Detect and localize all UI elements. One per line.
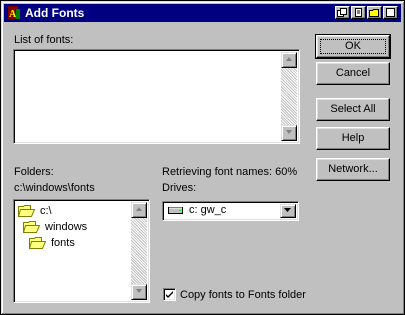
network-button[interactable]: Network...	[316, 158, 390, 181]
add-fonts-dialog: A Add Fonts List of fonts: OK Cancel Sel…	[0, 0, 405, 315]
folders-scrollbar[interactable]	[131, 202, 147, 300]
open-folder-icon	[18, 205, 36, 217]
folders-label: Folders:	[14, 166, 54, 178]
scroll-up-button[interactable]	[131, 202, 147, 218]
hard-drive-icon	[168, 207, 183, 214]
drives-selected-value: c: gw_c	[189, 204, 227, 216]
folders-treeview[interactable]: c:\ windows fonts	[13, 199, 150, 303]
title-button-4[interactable]	[383, 6, 398, 19]
open-folder-icon	[29, 237, 47, 249]
title-bar[interactable]: A Add Fonts	[4, 4, 401, 22]
chevron-down-icon	[284, 208, 291, 212]
arrow-down-icon	[136, 289, 142, 293]
dual-window-icon	[337, 8, 347, 17]
scroll-down-button[interactable]	[281, 125, 297, 141]
arrow-up-icon	[286, 57, 292, 61]
drives-combobox[interactable]: c: gw_c	[162, 201, 299, 221]
scroll-down-button[interactable]	[131, 284, 147, 300]
fonts-listbox[interactable]	[13, 49, 300, 144]
arrow-down-icon	[286, 130, 292, 134]
copy-fonts-label[interactable]: Copy fonts to Fonts folder	[180, 289, 306, 302]
title-button-1[interactable]	[335, 6, 350, 19]
scroll-up-button[interactable]	[281, 52, 297, 68]
help-button[interactable]: Help	[316, 127, 390, 150]
title-button-3[interactable]	[367, 6, 382, 19]
focus-rectangle	[320, 39, 386, 54]
copy-fonts-checkbox[interactable]	[163, 288, 176, 301]
ok-button[interactable]: OK	[315, 34, 391, 59]
current-folder-path: c:\windows\fonts	[14, 182, 95, 194]
open-folder-icon	[23, 221, 41, 233]
title-button-2[interactable]	[351, 6, 366, 19]
page-icon	[386, 8, 395, 17]
svg-text:A: A	[9, 9, 17, 20]
document-icon	[355, 8, 362, 17]
drives-dropdown-button[interactable]	[280, 204, 296, 218]
window-title: Add Fonts	[25, 6, 85, 20]
drives-label: Drives:	[162, 182, 197, 194]
arrow-up-icon	[136, 207, 142, 211]
cancel-button[interactable]: Cancel	[316, 62, 390, 85]
folder-small-icon	[369, 9, 379, 17]
retrieving-status: Retrieving font names: 60%	[162, 166, 298, 178]
fonts-app-icon: A	[8, 6, 20, 20]
checkmark-icon	[166, 291, 173, 298]
fonts-list-label: List of fonts:	[14, 34, 74, 46]
select-all-button[interactable]: Select All	[316, 98, 390, 121]
fonts-list-scrollbar[interactable]	[281, 52, 297, 141]
